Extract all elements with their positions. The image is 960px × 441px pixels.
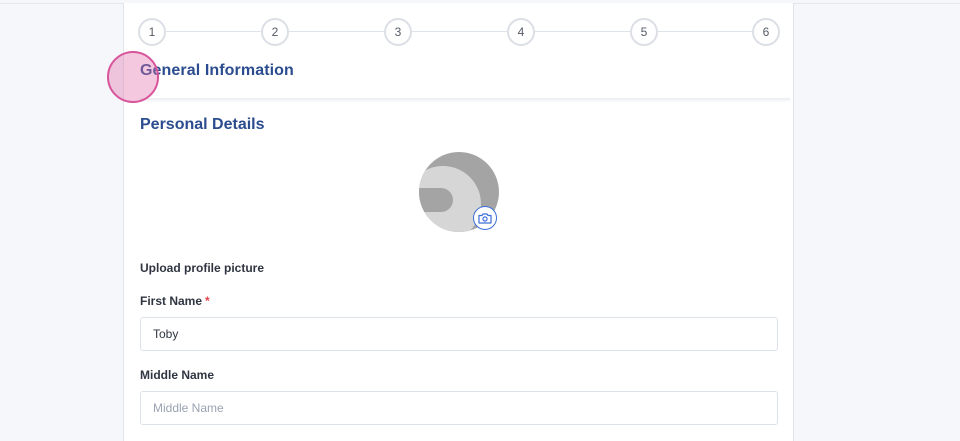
- stepper-connector: [166, 31, 261, 32]
- step-5[interactable]: 5: [630, 18, 658, 46]
- camera-icon: [478, 213, 492, 224]
- section-divider: [140, 98, 790, 100]
- required-asterisk: *: [205, 294, 210, 308]
- first-name-input[interactable]: [140, 317, 778, 351]
- step-3[interactable]: 3: [384, 18, 412, 46]
- first-name-label: First Name *: [140, 294, 210, 308]
- form-card: 1 2 3 4 5 6 General Information Personal…: [123, 3, 794, 441]
- section-title: General Information: [140, 62, 294, 79]
- first-name-label-text: First Name: [140, 294, 203, 308]
- step-4[interactable]: 4: [507, 18, 535, 46]
- subsection-title: Personal Details: [140, 116, 265, 133]
- profile-picture-upload[interactable]: [419, 152, 499, 232]
- stepper-connector: [289, 31, 384, 32]
- stepper-connector: [658, 31, 752, 32]
- step-6[interactable]: 6: [752, 18, 780, 46]
- stepper-connector: [535, 31, 630, 32]
- upload-profile-label: Upload profile picture: [140, 261, 265, 275]
- stepper-connector: [412, 31, 507, 32]
- middle-name-label: Middle Name: [140, 368, 215, 382]
- step-1[interactable]: 1: [138, 18, 166, 46]
- middle-name-input[interactable]: [140, 391, 778, 425]
- stepper: 1 2 3 4 5 6: [138, 18, 780, 46]
- step-2[interactable]: 2: [261, 18, 289, 46]
- camera-button[interactable]: [473, 206, 497, 230]
